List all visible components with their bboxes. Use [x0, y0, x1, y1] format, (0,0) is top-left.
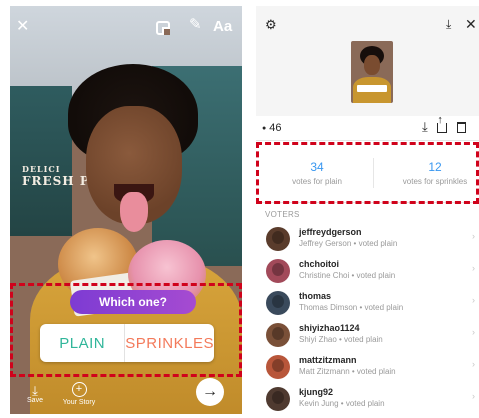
download-history-icon[interactable]: ⤓	[446, 17, 451, 32]
avatar	[266, 387, 290, 411]
arrow-right-icon: →	[202, 383, 218, 400]
sticker-icon[interactable]	[156, 21, 170, 35]
voter-detail: Matt Zitzmann • voted plain	[299, 367, 396, 376]
chevron-right-icon: ›	[472, 359, 475, 369]
voter-row[interactable]: jeffreydgerson Jeffrey Gerson • voted pl…	[256, 224, 479, 256]
avatar	[266, 323, 290, 347]
avatar	[266, 355, 290, 379]
chevron-right-icon: ›	[472, 327, 475, 337]
story-thumbnail[interactable]	[351, 41, 393, 103]
avatar	[266, 291, 290, 315]
voter-username: thomas	[299, 291, 332, 301]
voter-username: mattzitzmann	[299, 355, 357, 365]
view-count[interactable]: ● 46	[262, 122, 281, 134]
chevron-right-icon: ›	[472, 263, 475, 273]
text-tool-button[interactable]: Aa	[213, 19, 232, 34]
thumb-face	[364, 55, 380, 75]
save-label: Save	[27, 397, 43, 404]
voter-row[interactable]: shiyizhao1124 Shiyi Zhao • voted plain ›	[256, 320, 479, 352]
your-story-label: Your Story	[62, 399, 96, 406]
save-button[interactable]: ⤓ Save	[24, 384, 46, 404]
voter-row[interactable]: kjung92 Kevin Jung • voted plain ›	[256, 384, 479, 416]
close-icon[interactable]: ✕	[465, 16, 477, 33]
photo-subject-tongue	[120, 192, 148, 232]
voter-row[interactable]: mattzitzmann Matt Zitzmann • voted plain…	[256, 352, 479, 384]
download-icon: ⤓	[32, 383, 38, 398]
results-header: ⚙ ⤓ ✕	[256, 6, 479, 116]
trash-icon[interactable]	[457, 122, 466, 133]
add-story-icon: +	[71, 382, 87, 397]
poll-results-panel: ⚙ ⤓ ✕ ●46 ⤓ 34 votes for plain 12 votes …	[256, 6, 479, 418]
voter-username: shiyizhao1124	[299, 323, 360, 333]
chevron-right-icon: ›	[472, 391, 475, 401]
voter-detail: Kevin Jung • voted plain	[299, 399, 385, 408]
voter-username: jeffreydgerson	[299, 227, 362, 237]
chevron-right-icon: ›	[472, 231, 475, 241]
pen-icon[interactable]: ✎	[189, 17, 202, 32]
highlight-box-vote-totals	[256, 142, 479, 204]
voter-detail: Shiyi Zhao • voted plain	[299, 335, 383, 344]
divider	[256, 140, 479, 141]
voters-heading: VOTERS	[265, 210, 300, 219]
voter-username: kjung92	[299, 387, 334, 397]
voter-detail: Jeffrey Gerson • voted plain	[299, 239, 398, 248]
avatar	[266, 227, 290, 251]
eye-icon: ●	[262, 125, 267, 132]
avatar	[266, 259, 290, 283]
send-button[interactable]: →	[196, 378, 224, 406]
highlight-box-poll-sticker	[10, 283, 242, 377]
voter-username: chchoitoi	[299, 259, 339, 269]
gear-icon[interactable]: ⚙	[265, 17, 277, 33]
story-actions: ⤓	[422, 114, 472, 135]
photo-storefront-left	[10, 86, 72, 236]
voter-detail: Thomas Dimson • voted plain	[299, 303, 404, 312]
voter-row[interactable]: chchoitoi Christine Choi • voted plain ›	[256, 256, 479, 288]
close-icon[interactable]: ✕	[16, 19, 29, 35]
voter-detail: Christine Choi • voted plain	[299, 271, 396, 280]
voter-row[interactable]: thomas Thomas Dimson • voted plain ›	[256, 288, 479, 320]
your-story-button[interactable]: + Your Story	[56, 382, 102, 406]
view-count-value: 46	[269, 122, 282, 134]
download-icon[interactable]: ⤓	[422, 119, 428, 134]
share-icon[interactable]	[437, 114, 448, 133]
thumb-poll	[357, 85, 387, 92]
chevron-right-icon: ›	[472, 295, 475, 305]
